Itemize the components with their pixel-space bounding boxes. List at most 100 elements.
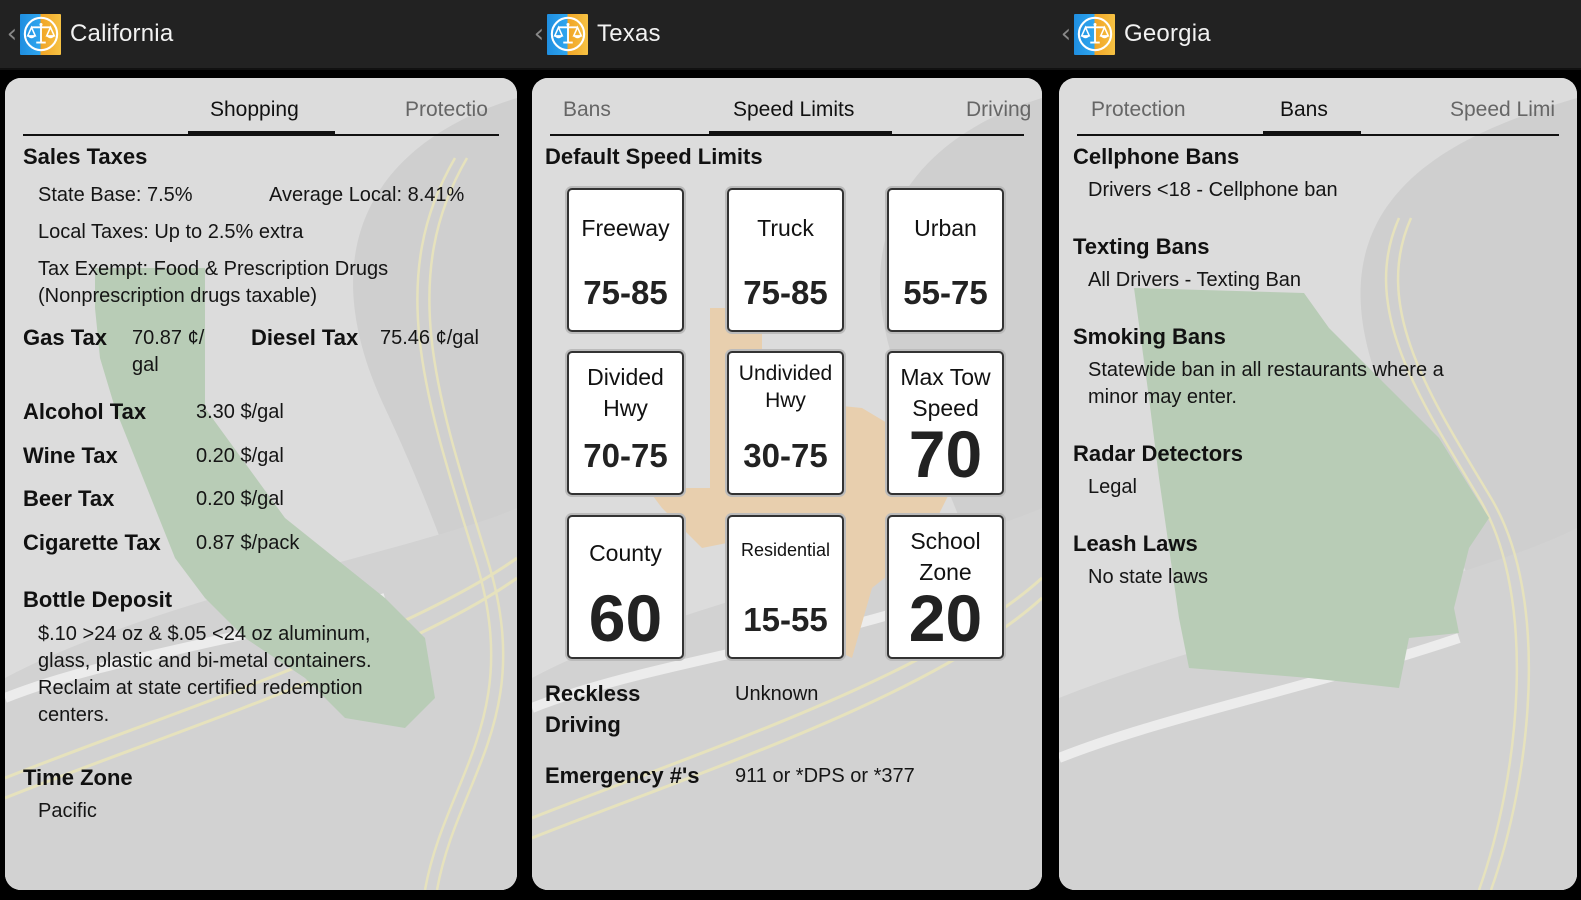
wine-tax-label: Wine Tax [23, 443, 118, 468]
leash-laws-value: No state laws [1088, 566, 1209, 588]
back-chevron-icon[interactable]: ‹ [1058, 21, 1074, 47]
tax-exempt-note: (Nonprescription drugs taxable) [38, 285, 318, 307]
bottle-deposit-line: Reclaim at state certified redemption [38, 677, 363, 699]
active-tab-indicator [1263, 131, 1361, 136]
tab-strip: Shopping Protectio [23, 78, 499, 136]
radar-detectors-value: Legal [1088, 476, 1137, 498]
action-bar: ‹ Georgia [1054, 0, 1581, 70]
wine-tax-value: 0.20 $/gal [196, 445, 284, 467]
gas-tax-value: 70.87 ¢/ [132, 327, 205, 349]
state-base-value: State Base: 7.5% [38, 184, 193, 206]
texas-screen: ‹ Texas Bans Speed Limits Driving Defaul… [527, 0, 1054, 900]
sign-label: Truck [757, 215, 814, 241]
sign-label: County [589, 540, 662, 566]
sign-value: 75-85 [743, 274, 828, 311]
speed-sign-urban: Urban 55-75 [887, 188, 1004, 332]
tab-speed-limits[interactable]: Speed Limits [733, 98, 854, 122]
tab-protection[interactable]: Protectio [405, 98, 488, 122]
sign-label: Divided [587, 364, 664, 390]
cigarette-tax-label: Cigarette Tax [23, 530, 161, 555]
emergency-numbers-label: Emergency #'s [545, 763, 700, 788]
gas-tax-unit: gal [132, 354, 159, 376]
active-tab-indicator [709, 131, 892, 136]
beer-tax-label: Beer Tax [23, 486, 115, 511]
cellphone-bans-heading: Cellphone Bans [1073, 144, 1240, 169]
radar-detectors-heading: Radar Detectors [1073, 441, 1243, 466]
tab-bans[interactable]: Bans [563, 98, 611, 122]
sign-label: School [910, 528, 981, 554]
smoking-bans-value: Statewide ban in all restaurants where a [1088, 359, 1444, 381]
tab-strip: Bans Speed Limits Driving [550, 78, 1031, 136]
sign-value: 75-85 [583, 274, 668, 311]
beer-tax-value: 0.20 $/gal [196, 488, 284, 510]
bottle-deposit-line: centers. [38, 704, 110, 726]
speed-sign-max-tow-speed: Max Tow Speed 70 [887, 351, 1004, 495]
speed-sign-county: County 60 [567, 515, 684, 659]
back-chevron-icon[interactable]: ‹ [531, 21, 547, 47]
state-title: Georgia [1124, 20, 1211, 47]
active-tab-indicator [188, 131, 335, 136]
content-panel: Shopping Protectio Sales Taxes State Bas… [5, 78, 517, 890]
back-chevron-icon[interactable]: ‹ [4, 21, 20, 47]
sign-label: Max Tow [900, 364, 991, 390]
cigarette-tax-value: 0.87 $/pack [196, 532, 300, 554]
scales-of-justice-icon[interactable] [20, 13, 61, 55]
sign-value: 20 [908, 581, 983, 655]
time-zone-heading: Time Zone [23, 765, 133, 790]
alcohol-tax-label: Alcohol Tax [23, 399, 147, 424]
tab-strip: Protection Bans Speed Limi [1077, 78, 1559, 136]
action-bar: ‹ Texas [527, 0, 1054, 70]
gas-tax-label: Gas Tax [23, 325, 107, 350]
smoking-bans-value: minor may enter. [1088, 386, 1237, 408]
local-taxes-value: Local Taxes: Up to 2.5% extra [38, 221, 304, 243]
content-panel: Protection Bans Speed Limi Cellphone Ban… [1059, 78, 1577, 890]
alcohol-tax-value: 3.30 $/gal [196, 401, 284, 423]
sign-value: 30-75 [743, 437, 828, 474]
tab-bans[interactable]: Bans [1280, 98, 1328, 122]
sales-taxes-heading: Sales Taxes [23, 144, 148, 169]
speed-sign-truck: Truck 75-85 [727, 188, 844, 332]
state-title: Texas [597, 20, 661, 47]
tab-speed-limits[interactable]: Speed Limi [1450, 98, 1555, 122]
tax-exempt-value: Tax Exempt: Food & Prescription Drugs [38, 258, 389, 280]
smoking-bans-heading: Smoking Bans [1073, 324, 1226, 349]
reckless-driving-label: Driving [545, 712, 621, 737]
california-screen: ‹ California Shopping Protectio Sales Ta… [0, 0, 527, 900]
average-local-value: Average Local: 8.41% [269, 184, 465, 206]
scales-of-justice-icon[interactable] [547, 13, 588, 55]
tab-shopping[interactable]: Shopping [210, 98, 299, 122]
speed-sign-freeway: Freeway 75-85 [567, 188, 684, 332]
sign-value: 70-75 [583, 437, 668, 474]
sign-value: 70 [908, 417, 983, 491]
cellphone-bans-value: Drivers <18 - Cellphone ban [1088, 179, 1338, 201]
sign-label: Freeway [581, 215, 670, 241]
sign-value: 55-75 [903, 274, 988, 311]
sign-label: Undivided [738, 362, 833, 385]
leash-laws-heading: Leash Laws [1073, 531, 1198, 556]
sign-label: Urban [914, 215, 977, 241]
default-speed-limits-heading: Default Speed Limits [545, 144, 763, 169]
sign-label: Residential [740, 540, 831, 560]
sign-label: Hwy [765, 389, 806, 412]
texting-bans-heading: Texting Bans [1073, 234, 1210, 259]
state-title: California [70, 20, 174, 47]
texting-bans-value: All Drivers - Texting Ban [1088, 269, 1302, 291]
speed-sign-undivided-hwy: Undivided Hwy 30-75 [727, 351, 844, 495]
reckless-driving-value: Unknown [735, 683, 819, 705]
speed-sign-school-zone: School Zone 20 [887, 515, 1004, 659]
diesel-tax-value: 75.46 ¢/gal [380, 327, 479, 349]
reckless-driving-label: Reckless [545, 681, 641, 706]
bottle-deposit-line: glass, plastic and bi-metal containers. [38, 650, 372, 672]
tab-protection[interactable]: Protection [1091, 98, 1186, 122]
speed-sign-divided-hwy: Divided Hwy 70-75 [567, 351, 684, 495]
sign-value: 60 [588, 581, 663, 655]
diesel-tax-label: Diesel Tax [251, 325, 359, 350]
speed-sign-residential: Residential 15-55 [727, 515, 844, 659]
scales-of-justice-icon[interactable] [1074, 13, 1115, 55]
tab-driving[interactable]: Driving [966, 98, 1031, 122]
georgia-screen: ‹ Georgia Protection Bans Speed Limi Cel… [1054, 0, 1581, 900]
content-panel: Bans Speed Limits Driving Default Speed … [532, 78, 1042, 890]
bottle-deposit-heading: Bottle Deposit [23, 587, 173, 612]
sign-label: Hwy [603, 395, 648, 421]
sign-value: 15-55 [743, 601, 828, 638]
